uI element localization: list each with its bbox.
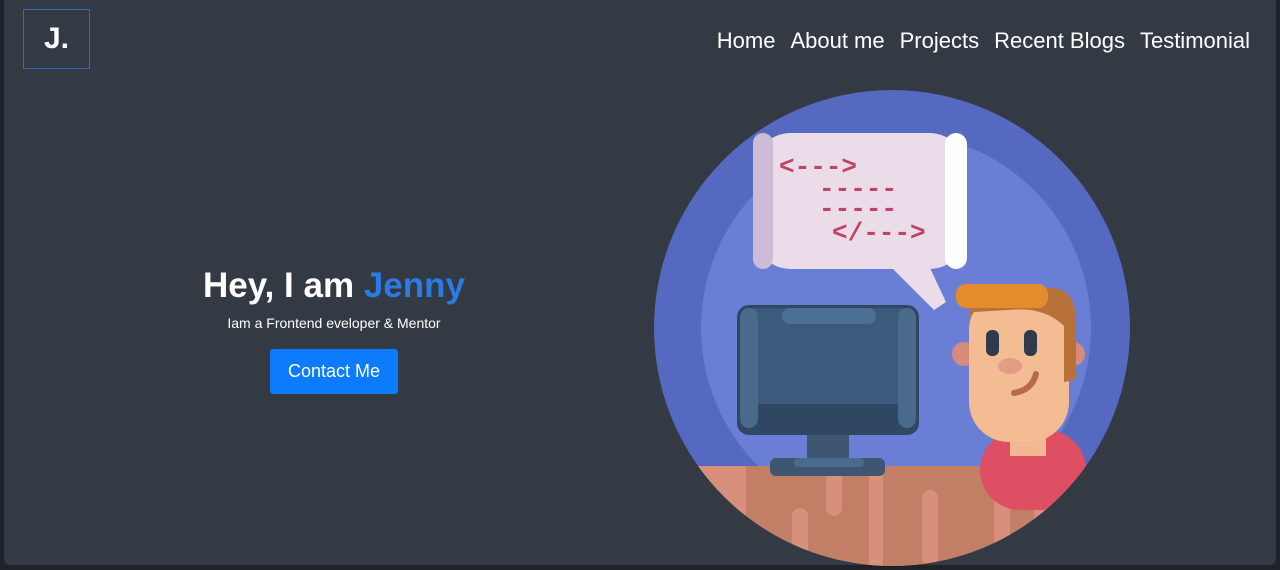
hero-section: Hey, I am Jenny Iam a Frontend eveloper … <box>134 264 534 394</box>
hero-name: Jenny <box>363 266 465 305</box>
nav-projects[interactable]: Projects <box>900 28 979 54</box>
nav-testimonial[interactable]: Testimonial <box>1140 28 1250 54</box>
logo[interactable]: J. <box>23 9 90 69</box>
contact-me-button[interactable]: Contact Me <box>270 349 398 394</box>
developer-illustration: <---> ----- ----- </---> <box>654 90 1130 566</box>
nav-about-me[interactable]: About me <box>790 28 884 54</box>
nav-home[interactable]: Home <box>717 28 776 54</box>
code-line-4: </---> <box>832 218 926 248</box>
hero-title: Hey, I am Jenny <box>134 264 534 308</box>
hero-subtitle: Iam a Frontend eveloper & Mentor <box>227 315 441 331</box>
page-background: J. Home About me Projects Recent Blogs T… <box>4 0 1276 566</box>
hero-greeting: Hey, I am <box>203 266 355 305</box>
main-nav: Home About me Projects Recent Blogs Test… <box>717 28 1250 54</box>
nav-recent-blogs[interactable]: Recent Blogs <box>994 28 1125 54</box>
